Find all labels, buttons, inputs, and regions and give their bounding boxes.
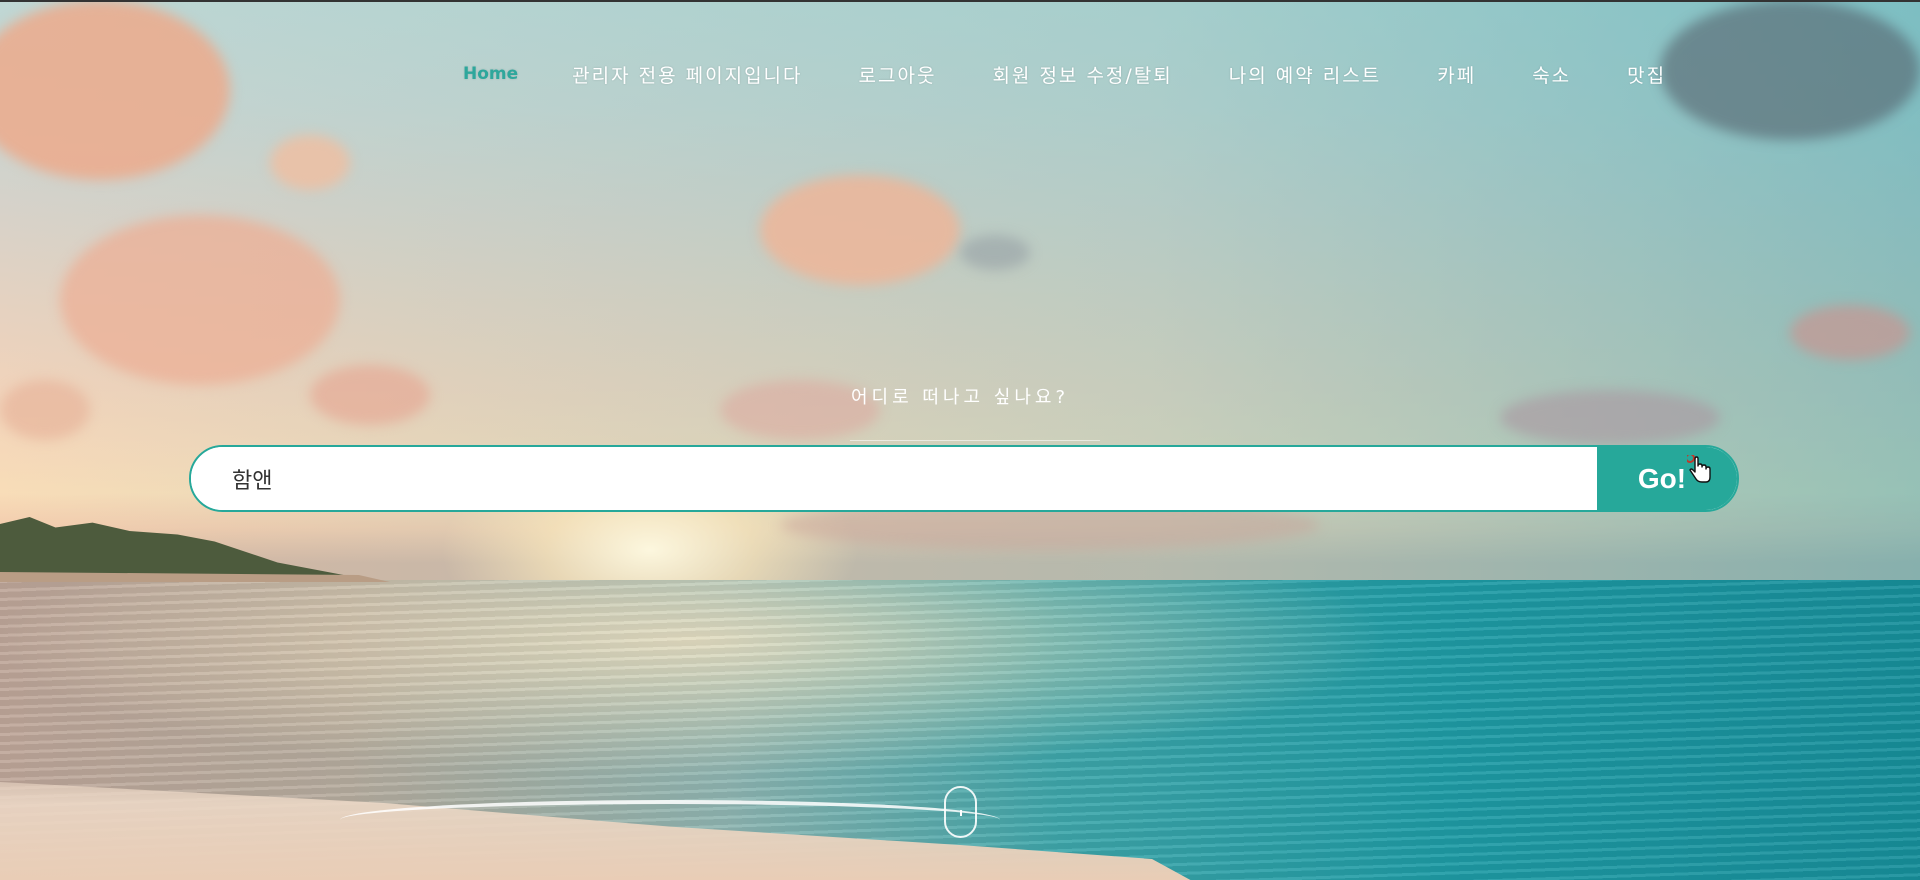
search-input[interactable] [191, 447, 1597, 510]
hand-pointer-icon [1687, 455, 1711, 483]
hero-tagline: 어디로 떠나고 싶나요? [850, 387, 1070, 408]
search-form: Go! [189, 445, 1739, 512]
nav-home[interactable]: Home [463, 64, 518, 84]
cloud [0, 0, 230, 180]
nav-logout[interactable]: 로그아웃 [859, 61, 937, 88]
cloud [270, 135, 350, 190]
island [0, 517, 370, 580]
mouse-scroll-icon[interactable] [944, 786, 977, 838]
cloud [960, 235, 1030, 270]
search-go-button[interactable]: Go! [1597, 447, 1737, 510]
cloud [60, 215, 340, 385]
nav-restaurants[interactable]: 맛집 [1627, 61, 1666, 88]
cloud [1790, 305, 1910, 360]
nav-my-reservations[interactable]: 나의 예약 리스트 [1229, 61, 1381, 88]
cloud [1660, 0, 1920, 140]
tagline-divider [850, 440, 1100, 441]
cloud [760, 175, 960, 285]
nav-lodging[interactable]: 숙소 [1532, 61, 1571, 88]
wave-foam [340, 800, 1000, 840]
nav-member-edit[interactable]: 회원 정보 수정/탈퇴 [992, 61, 1172, 88]
window-top-border [0, 0, 1920, 2]
nav-cafe[interactable]: 카페 [1437, 61, 1476, 88]
main-nav: Home 관리자 전용 페이지입니다 로그아웃 회원 정보 수정/탈퇴 나의 예… [463, 56, 1666, 92]
nav-admin-page[interactable]: 관리자 전용 페이지입니다 [572, 61, 802, 88]
